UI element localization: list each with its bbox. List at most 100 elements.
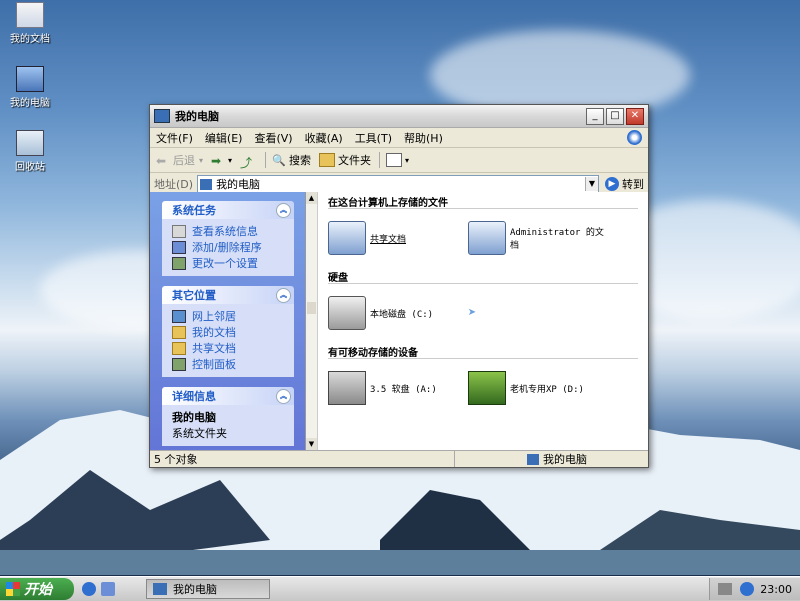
task-link-system-info[interactable]: 查看系统信息 <box>172 223 290 239</box>
item-local-disk-c[interactable]: 本地磁盘 (C:) <box>328 296 468 330</box>
taskbar-button-my-computer[interactable]: 我的电脑 <box>146 579 270 599</box>
address-input[interactable]: 我的电脑 ▼ <box>197 175 599 193</box>
scroll-down-button[interactable]: ▼ <box>306 438 317 450</box>
custom-drive-icon <box>468 371 506 405</box>
desktop-icon-recycle-bin[interactable]: 回收站 <box>0 130 60 173</box>
task-link-label: 更改一个设置 <box>192 257 258 270</box>
status-bar: 5 个对象 我的电脑 <box>150 450 648 467</box>
menu-help[interactable]: 帮助(H) <box>404 130 443 146</box>
menu-bar: 文件(F) 编辑(E) 查看(V) 收藏(A) 工具(T) 帮助(H) <box>150 128 648 148</box>
menu-edit[interactable]: 编辑(E) <box>205 130 243 146</box>
address-label: 地址(D) <box>154 178 194 191</box>
task-link-add-remove[interactable]: 添加/删除程序 <box>172 239 290 255</box>
collapse-icon[interactable]: ︽ <box>276 202 291 218</box>
back-button[interactable]: ⬅ 后退 ▾ <box>156 152 203 168</box>
system-tray: 23:00 <box>709 578 800 600</box>
chevron-down-icon: ▾ <box>199 155 204 165</box>
taskbar-button-label: 我的电脑 <box>173 583 217 596</box>
search-button[interactable]: 🔍 搜索 <box>272 152 311 168</box>
recycle-bin-icon <box>16 130 44 156</box>
start-button[interactable]: 开始 <box>0 578 74 600</box>
search-label: 搜索 <box>289 154 312 167</box>
folder-icon <box>172 325 186 339</box>
folder-icon <box>172 341 186 355</box>
panel-title: 详细信息 <box>172 390 216 403</box>
panel-header[interactable]: 其它位置 ︽ <box>162 286 294 304</box>
place-link-shared-documents[interactable]: 共享文档 <box>172 340 290 356</box>
quick-launch <box>82 582 120 596</box>
toolbar-separator <box>265 152 267 168</box>
control-panel-icon <box>172 357 186 371</box>
clock[interactable]: 23:00 <box>760 583 792 596</box>
files-items: 共享文档 Administrator 的文档 <box>328 209 648 267</box>
place-link-control-panel[interactable]: 控制面板 <box>172 356 290 372</box>
toolbar-separator <box>379 152 381 168</box>
maximize-button[interactable]: □ <box>606 107 624 125</box>
up-button[interactable]: ⤴ <box>240 154 257 170</box>
add-remove-icon <box>172 240 186 254</box>
go-button[interactable]: ▶ 转到 <box>605 176 644 192</box>
computer-icon <box>154 109 170 123</box>
hard-disk-items: 本地磁盘 (C:) ➤ <box>328 284 648 342</box>
title-bar[interactable]: 我的电脑 _ □ ✕ <box>150 105 648 128</box>
item-shared-documents[interactable]: 共享文档 <box>328 221 468 255</box>
vertical-scrollbar[interactable]: ▲ ▼ <box>306 192 318 450</box>
place-link-network[interactable]: 网上邻居 <box>172 308 290 324</box>
minimize-button[interactable]: _ <box>586 107 604 125</box>
hard-disk-icon <box>328 296 366 330</box>
folder-icon <box>319 153 336 167</box>
status-location: 我的电脑 <box>455 451 648 467</box>
computer-icon <box>153 583 167 595</box>
menu-tools[interactable]: 工具(T) <box>355 130 392 146</box>
panel-header[interactable]: 系统任务 ︽ <box>162 201 294 219</box>
panel-body: 网上邻居 我的文档 共享文档 控制面板 <box>162 304 294 377</box>
address-dropdown-button[interactable]: ▼ <box>585 177 598 191</box>
collapse-icon[interactable]: ︽ <box>276 287 291 303</box>
up-folder-icon: ⤴ <box>240 156 253 170</box>
folders-label: 文件夹 <box>338 154 372 167</box>
section-header-hard-disks: 硬盘 <box>328 269 638 284</box>
search-icon: 🔍 <box>272 154 286 167</box>
menu-file[interactable]: 文件(F) <box>156 130 193 146</box>
task-link-change-setting[interactable]: 更改一个设置 <box>172 255 290 271</box>
show-desktop-icon[interactable] <box>101 582 115 596</box>
folder-icon <box>16 2 44 28</box>
item-drive-d[interactable]: 老机专用XP (D:) <box>468 371 608 405</box>
panel-body: 查看系统信息 添加/删除程序 更改一个设置 <box>162 219 294 276</box>
scroll-thumb[interactable] <box>307 302 316 314</box>
explorer-window: 我的电脑 _ □ ✕ 文件(F) 编辑(E) 查看(V) 收藏(A) 工具(T)… <box>149 104 649 468</box>
place-link-my-documents[interactable]: 我的文档 <box>172 324 290 340</box>
desktop-icon-label: 回收站 <box>15 162 45 173</box>
go-label: 转到 <box>622 178 644 191</box>
panel-title: 其它位置 <box>172 289 216 302</box>
printer-icon[interactable] <box>718 583 733 595</box>
scroll-up-button[interactable]: ▲ <box>306 192 317 204</box>
mouse-cursor: ➤ <box>468 305 608 321</box>
details-panel: 详细信息 ︽ 我的电脑 系统文件夹 <box>162 387 294 446</box>
folders-button[interactable]: 文件夹 <box>319 152 371 168</box>
desktop-icon-label: 我的电脑 <box>10 98 50 109</box>
views-icon <box>386 153 403 167</box>
close-button[interactable]: ✕ <box>626 107 644 125</box>
menu-favorites[interactable]: 收藏(A) <box>305 130 343 146</box>
chevron-down-icon: ▾ <box>228 155 233 165</box>
menu-view[interactable]: 查看(V) <box>254 130 292 146</box>
desktop-icon-my-computer[interactable]: 我的电脑 <box>0 66 60 109</box>
collapse-icon[interactable]: ︽ <box>276 388 291 404</box>
help-icon[interactable] <box>740 582 755 596</box>
control-panel-icon <box>172 256 186 270</box>
section-header-files: 在这台计算机上存储的文件 <box>328 194 638 209</box>
views-button[interactable]: ▾ <box>386 153 409 167</box>
desktop-icon-my-documents[interactable]: 我的文档 <box>0 2 60 45</box>
computer-icon <box>200 178 213 190</box>
internet-explorer-icon[interactable] <box>82 582 96 596</box>
forward-arrow-icon: ➡ <box>211 154 222 168</box>
place-link-label: 共享文档 <box>192 342 236 355</box>
place-link-label: 控制面板 <box>192 358 236 371</box>
panel-header[interactable]: 详细信息 ︽ <box>162 387 294 405</box>
item-floppy-a[interactable]: 3.5 软盘 (A:) <box>328 371 468 405</box>
folder-icon <box>468 221 506 255</box>
content-area: 系统任务 ︽ 查看系统信息 添加/删除程序 更改一个设置 其它位置 ︽ 网上邻居… <box>150 192 648 450</box>
item-admin-documents[interactable]: Administrator 的文档 <box>468 221 608 255</box>
forward-button[interactable]: ➡ ▾ <box>211 154 233 168</box>
